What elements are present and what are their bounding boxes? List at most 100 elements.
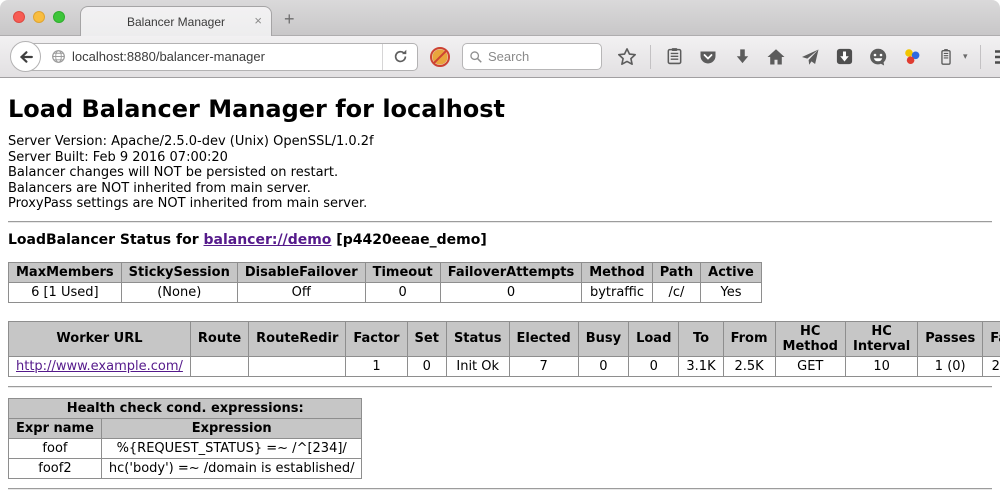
table-header-cell: Active — [701, 262, 762, 282]
smiley-icon — [868, 47, 888, 67]
color-dots-button[interactable] — [901, 45, 923, 69]
reading-list-button[interactable] — [663, 45, 685, 69]
table-header-cell: Factor — [346, 321, 407, 356]
table-cell: %{REQUEST_STATUS} =~ /^[234]/ — [101, 438, 362, 458]
table-header-cell: Expression — [101, 418, 362, 438]
reload-button[interactable] — [383, 49, 417, 64]
table-cell: 7 — [509, 356, 578, 376]
table-cell: 0 — [578, 356, 628, 376]
table-header-cell: To — [679, 321, 723, 356]
server-version-line: Server Version: Apache/2.5.0-dev (Unix) … — [8, 134, 992, 150]
health-check-table: Health check cond. expressions: Expr nam… — [8, 398, 362, 479]
table-header-cell: Method — [582, 262, 652, 282]
table-cell: 2.5K — [723, 356, 775, 376]
url-bar[interactable] — [26, 43, 418, 71]
table-header-cell: Fails — [983, 321, 1000, 356]
balancer-link[interactable]: balancer://demo — [204, 232, 332, 248]
table-cell: 0 — [629, 356, 679, 376]
balancer-status-heading: LoadBalancer Status for balancer://demo … — [8, 232, 992, 248]
health-check-table-title: Health check cond. expressions: — [9, 398, 362, 418]
persist-notice-line: Balancer changes will NOT be persisted o… — [8, 165, 992, 181]
table-header-cell: MaxMembers — [9, 262, 122, 282]
send-tab-button[interactable] — [799, 45, 821, 69]
tab-close-icon[interactable]: × — [254, 14, 262, 28]
minimize-window-button[interactable] — [33, 11, 45, 23]
title-bar: Balancer Manager × + — [0, 0, 1000, 36]
table-cell: 0 — [407, 356, 446, 376]
video-download-button[interactable] — [833, 45, 855, 69]
traffic-lights — [13, 11, 65, 23]
tab-title: Balancer Manager — [127, 15, 225, 29]
proxypass-notice-line: ProxyPass settings are NOT inherited fro… — [8, 196, 992, 212]
browser-window: Balancer Manager × + — [0, 0, 1000, 491]
worker-url-link[interactable]: http://www.example.com/ — [16, 359, 183, 374]
table-cell: Init Ok — [446, 356, 509, 376]
zoom-window-button[interactable] — [53, 11, 65, 23]
new-tab-button[interactable]: + — [284, 9, 295, 30]
table-cell: 0 — [440, 282, 582, 302]
table-row: foof2 hc('body') =~ /domain is establish… — [9, 458, 362, 478]
status-heading-suffix: [p4420eeae_demo] — [331, 232, 486, 248]
table-header-cell: Passes — [918, 321, 983, 356]
paper-plane-icon — [800, 47, 820, 67]
back-button[interactable] — [10, 41, 41, 72]
overflow-caret-icon[interactable]: ▾ — [963, 51, 968, 62]
table-header-cell: Elected — [509, 321, 578, 356]
table-row: http://www.example.com/ 1 0 Init Ok 7 0 … — [9, 356, 1000, 376]
bottom-divider — [8, 488, 992, 490]
pocket-button[interactable] — [697, 45, 719, 69]
table-cell: 10 — [845, 356, 917, 376]
table-title-row: Health check cond. expressions: — [9, 398, 362, 418]
table-header-cell: Route — [190, 321, 248, 356]
browser-tab[interactable]: Balancer Manager × — [80, 6, 272, 36]
bookmark-star-button[interactable] — [616, 45, 638, 69]
battery-icon — [937, 47, 955, 67]
download-arrow-icon — [733, 47, 752, 66]
chat-button[interactable] — [867, 45, 889, 69]
clipboard-icon — [665, 47, 684, 66]
table-header-cell: Busy — [578, 321, 628, 356]
table-header-row: Expr name Expression — [9, 418, 362, 438]
search-bar[interactable] — [462, 43, 602, 70]
table-row: 6 [1 Used] (None) Off 0 0 bytraffic /c/ … — [9, 282, 762, 302]
table-cell: 3.1K — [679, 356, 723, 376]
table-header-cell: Load — [629, 321, 679, 356]
table-cell: (None) — [121, 282, 237, 302]
inherit-notice-line: Balancers are NOT inherited from main se… — [8, 181, 992, 197]
table-header-cell: RouteRedir — [249, 321, 346, 356]
table-header-cell: Status — [446, 321, 509, 356]
table-cell: 1 — [346, 356, 407, 376]
square-download-icon — [835, 47, 854, 66]
balancer-settings-table: MaxMembers StickySession DisableFailover… — [8, 262, 762, 303]
table-cell: http://www.example.com/ — [9, 356, 191, 376]
table-header-cell: HC Method — [775, 321, 845, 356]
table-cell: 6 [1 Used] — [9, 282, 122, 302]
table-header-cell: HC Interval — [845, 321, 917, 356]
home-button[interactable] — [765, 45, 787, 69]
table-cell: Off — [237, 282, 365, 302]
section-divider — [8, 221, 992, 223]
content-block-icon[interactable] — [429, 46, 451, 68]
table-cell: hc('body') =~ /domain is established/ — [101, 458, 362, 478]
table-header-cell: Timeout — [365, 262, 440, 282]
color-dots-icon — [902, 47, 922, 67]
navigation-toolbar: ▾ — [0, 36, 1000, 78]
table-cell: bytraffic — [582, 282, 652, 302]
table-cell: Yes — [701, 282, 762, 302]
table-cell: GET — [775, 356, 845, 376]
downloads-button[interactable] — [731, 45, 753, 69]
home-icon — [766, 47, 786, 67]
table-cell: /c/ — [652, 282, 700, 302]
status-heading-prefix: LoadBalancer Status for — [8, 232, 204, 248]
close-window-button[interactable] — [13, 11, 25, 23]
menu-button[interactable] — [993, 45, 1000, 69]
table-cell: foof2 — [9, 458, 102, 478]
search-input[interactable] — [488, 49, 588, 64]
table-header-row: Worker URL Route RouteRedir Factor Set S… — [9, 321, 1000, 356]
page-content: Load Balancer Manager for localhost Serv… — [0, 78, 1000, 490]
table-cell: foof — [9, 438, 102, 458]
table-header-cell: Expr name — [9, 418, 102, 438]
page-title: Load Balancer Manager for localhost — [8, 78, 992, 123]
url-input[interactable] — [72, 49, 382, 64]
battery-extension-button[interactable] — [935, 45, 957, 69]
